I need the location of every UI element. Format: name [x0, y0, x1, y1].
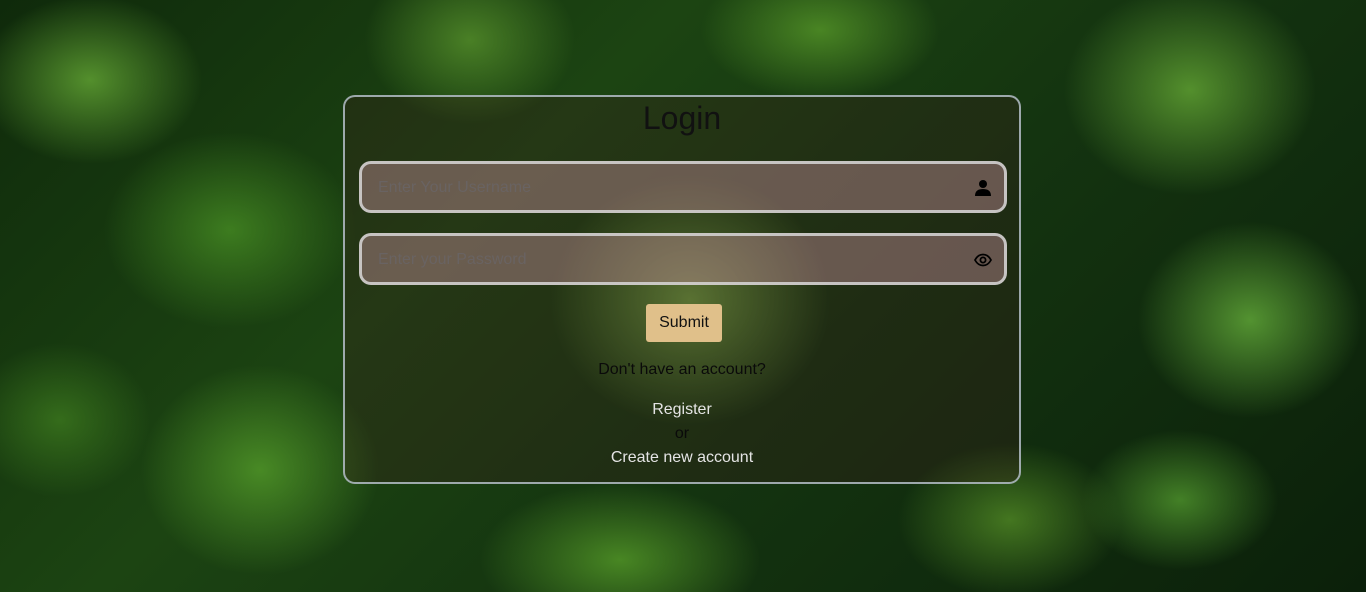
eye-icon[interactable] — [974, 251, 992, 269]
create-account-link[interactable]: Create new account — [345, 449, 1019, 467]
submit-button[interactable]: Submit — [646, 304, 722, 342]
login-card: Login Submit Don't have an account? Regi… — [343, 95, 1021, 484]
user-icon — [975, 180, 991, 196]
login-title: Login — [642, 100, 722, 136]
register-link[interactable]: Register — [345, 401, 1019, 419]
username-field-wrapper[interactable] — [359, 161, 1007, 213]
or-text: or — [674, 425, 690, 442]
password-field-wrapper[interactable] — [359, 233, 1007, 285]
no-account-text: Don't have an account? — [598, 361, 766, 378]
username-input[interactable] — [376, 164, 960, 212]
password-input[interactable] — [376, 236, 960, 284]
